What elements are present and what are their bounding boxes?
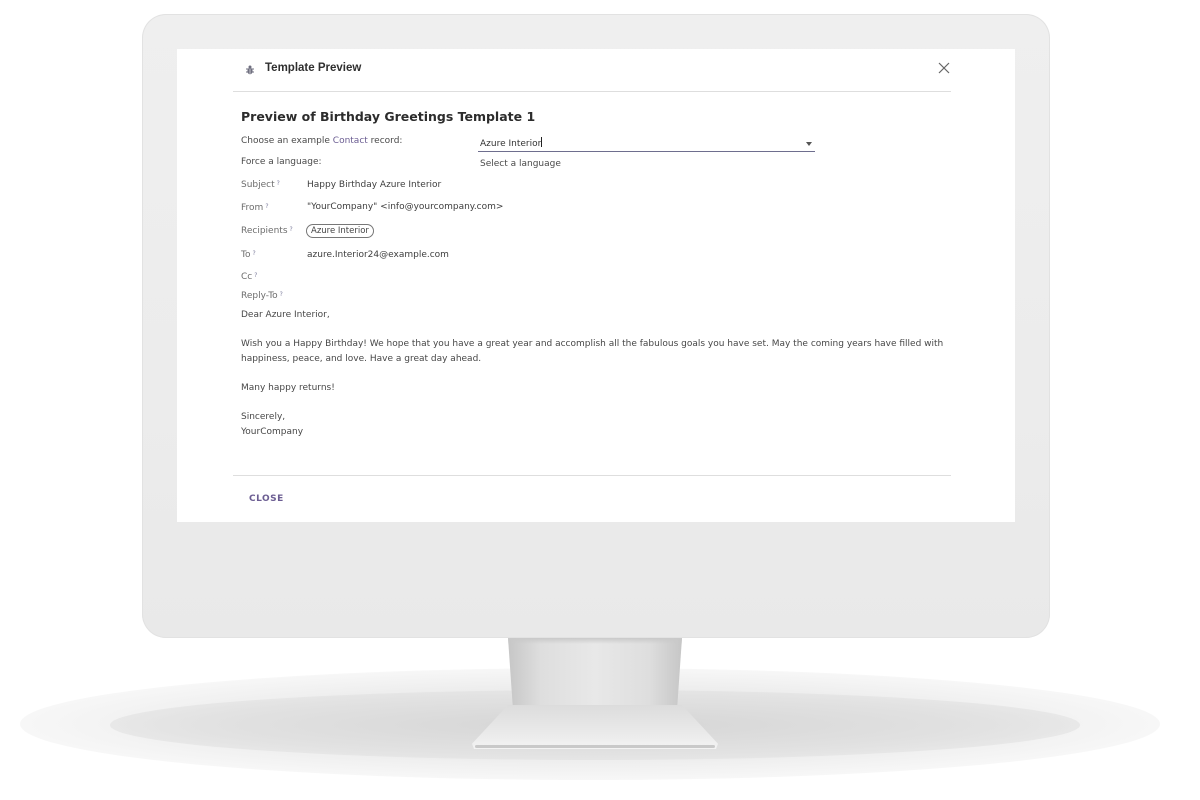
close-icon[interactable] — [937, 61, 951, 75]
monitor-base-edge — [475, 745, 715, 748]
chevron-down-icon[interactable] — [806, 142, 812, 146]
message-greeting: Dear Azure Interior, — [241, 310, 330, 320]
subject-help-icon[interactable]: ? — [277, 180, 280, 187]
to-label-text: To — [241, 250, 251, 260]
record-label: Choose an example Contact record: — [241, 136, 402, 146]
preview-heading: Preview of Birthday Greetings Template 1 — [241, 109, 536, 124]
message-paragraph-line: Wish you a Happy Birthday! We hope that … — [241, 339, 944, 349]
language-label: Force a language: — [241, 157, 322, 167]
cc-help-icon[interactable]: ? — [254, 272, 257, 279]
from-label-text: From — [241, 203, 264, 213]
footer-divider — [233, 475, 951, 476]
monitor-screen: Template Preview Preview of Birthday Gre… — [177, 49, 1015, 522]
reply-to-label: Reply-To? — [241, 291, 283, 301]
subject-label: Subject? — [241, 180, 280, 190]
recipients-label: Recipients? — [241, 226, 293, 236]
recipients-help-icon[interactable]: ? — [290, 226, 293, 233]
to-help-icon[interactable]: ? — [252, 250, 255, 257]
subject-value: Happy Birthday Azure Interior — [307, 180, 442, 190]
recipient-badge[interactable]: Azure Interior — [306, 224, 374, 238]
monitor-stand-base — [472, 705, 718, 749]
cc-label: Cc? — [241, 272, 257, 282]
from-help-icon[interactable]: ? — [265, 203, 268, 210]
reply-to-help-icon[interactable]: ? — [280, 291, 283, 298]
from-value: "YourCompany" <info@yourcompany.com> — [307, 202, 504, 212]
message-signature: YourCompany — [241, 427, 304, 437]
to-value: azure.Interior24@example.com — [307, 250, 449, 260]
to-label: To? — [241, 250, 256, 260]
dialog-title: Template Preview — [265, 62, 362, 74]
record-select[interactable]: Azure Interior — [478, 136, 815, 152]
language-select[interactable]: Select a language — [480, 159, 561, 169]
contact-link[interactable]: Contact — [333, 136, 368, 146]
monitor-stand-neck — [508, 638, 682, 710]
record-value[interactable]: Azure Interior — [480, 137, 543, 149]
reply-to-label-text: Reply-To — [241, 291, 278, 301]
bug-icon[interactable] — [244, 64, 256, 76]
text-caret — [541, 137, 543, 147]
recipients-label-text: Recipients — [241, 226, 288, 236]
subject-label-text: Subject — [241, 180, 275, 190]
from-label: From? — [241, 203, 269, 213]
record-label-prefix: Choose an example — [241, 136, 333, 146]
record-label-suffix: record: — [367, 136, 403, 146]
record-value-text: Azure Interior — [480, 139, 542, 149]
message-paragraph: Many happy returns! — [241, 383, 335, 393]
close-button[interactable]: CLOSE — [249, 494, 284, 504]
message-paragraph-line: happiness, peace, and love. Have a great… — [241, 354, 482, 364]
monitor-neck-shade — [508, 638, 682, 644]
header-divider — [233, 91, 951, 92]
cc-label-text: Cc — [241, 272, 253, 282]
message-signoff: Sincerely, — [241, 412, 286, 422]
